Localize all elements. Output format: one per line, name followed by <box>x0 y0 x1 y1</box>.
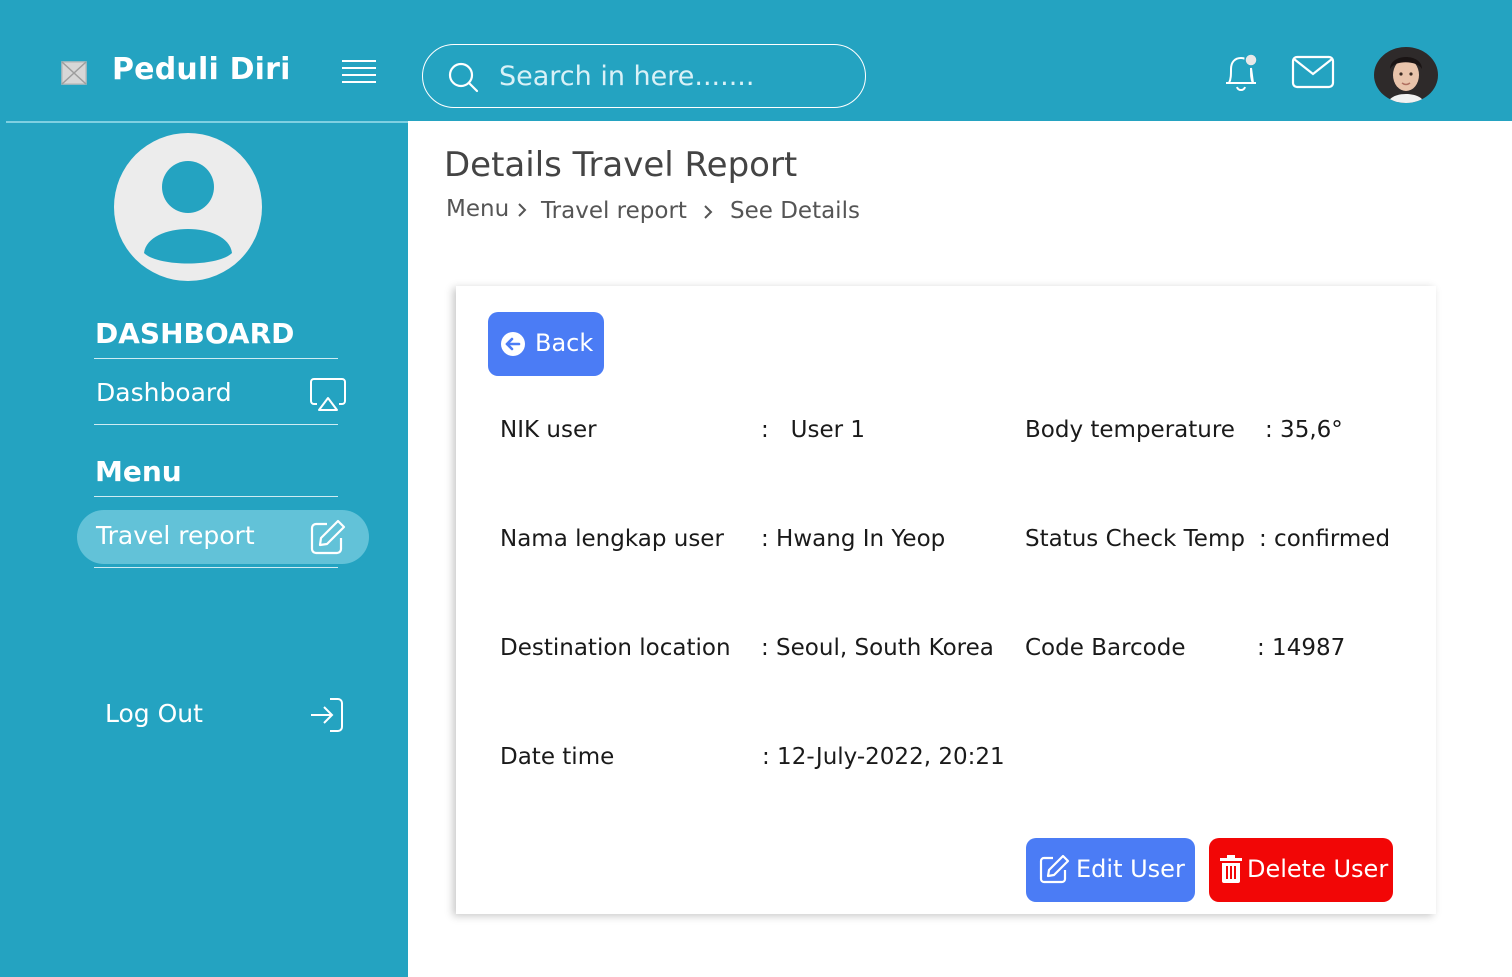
destination-value: : Seoul, South Korea <box>761 635 994 661</box>
sidebar-item-label: Travel report <box>96 521 255 550</box>
broken-image-icon <box>61 61 87 85</box>
sidebar: DASHBOARD Dashboard Menu Travel report L… <box>0 121 408 977</box>
destination-label: Destination location <box>500 635 731 661</box>
edit-icon <box>1039 854 1070 884</box>
search-icon[interactable] <box>447 61 479 93</box>
airplay-icon <box>310 378 346 411</box>
full-name-value: : Hwang In Yeop <box>761 526 946 552</box>
divider <box>94 424 338 425</box>
mail-icon[interactable] <box>1291 55 1335 89</box>
chevron-right-icon <box>704 205 713 219</box>
temperature-value: : 35,6° <box>1265 417 1343 443</box>
edit-user-label: Edit User <box>1076 855 1185 883</box>
status-label: Status Check Temp <box>1025 526 1245 552</box>
nik-label: NIK user <box>500 417 597 443</box>
logout-icon <box>311 698 343 732</box>
logout-button[interactable]: Log Out <box>90 687 360 743</box>
nik-value: : User 1 <box>761 417 866 443</box>
user-avatar[interactable] <box>1374 47 1438 103</box>
sidebar-divider <box>6 121 408 123</box>
sidebar-item-travel-report[interactable]: Travel report <box>77 510 369 564</box>
divider <box>94 358 338 359</box>
details-card: Back NIK user : User 1 Body temperature … <box>456 286 1436 914</box>
sidebar-item-label: Dashboard <box>96 378 232 407</box>
notification-bell-icon[interactable] <box>1221 51 1261 93</box>
sidebar-item-dashboard[interactable]: Dashboard <box>77 367 369 421</box>
delete-user-button[interactable]: Delete User <box>1209 838 1393 902</box>
breadcrumb-travel-report[interactable]: Travel report <box>541 198 687 224</box>
date-time-label: Date time <box>500 744 615 770</box>
page-title: Details Travel Report <box>444 145 798 185</box>
search-box <box>422 44 866 108</box>
breadcrumb-menu[interactable]: Menu <box>446 196 509 222</box>
edit-user-button[interactable]: Edit User <box>1026 838 1195 902</box>
edit-icon <box>310 519 346 555</box>
temperature-label: Body temperature <box>1025 417 1235 443</box>
arrow-left-circle-icon <box>501 332 525 356</box>
brand-name: Peduli Diri <box>112 52 291 87</box>
date-time-value: : 12-July-2022, 20:21 <box>762 744 1005 770</box>
profile-placeholder-icon <box>114 133 262 281</box>
back-label: Back <box>535 329 594 357</box>
barcode-value: : 14987 <box>1257 635 1346 661</box>
divider <box>94 496 338 497</box>
trash-icon <box>1220 855 1242 883</box>
barcode-label: Code Barcode <box>1025 635 1186 661</box>
full-name-label: Nama lengkap user <box>500 526 724 552</box>
chevron-right-icon <box>518 203 527 217</box>
divider <box>94 567 338 568</box>
section-title-dashboard: DASHBOARD <box>95 317 295 350</box>
section-title-menu: Menu <box>95 455 182 488</box>
logout-label: Log Out <box>105 699 203 728</box>
hamburger-menu-icon[interactable] <box>341 58 377 86</box>
status-value: : confirmed <box>1259 526 1391 552</box>
breadcrumb-see-details: See Details <box>730 198 860 224</box>
back-button[interactable]: Back <box>488 312 604 376</box>
delete-user-label: Delete User <box>1247 855 1389 883</box>
search-input[interactable] <box>499 57 839 95</box>
top-bar: Peduli Diri <box>0 0 1512 121</box>
